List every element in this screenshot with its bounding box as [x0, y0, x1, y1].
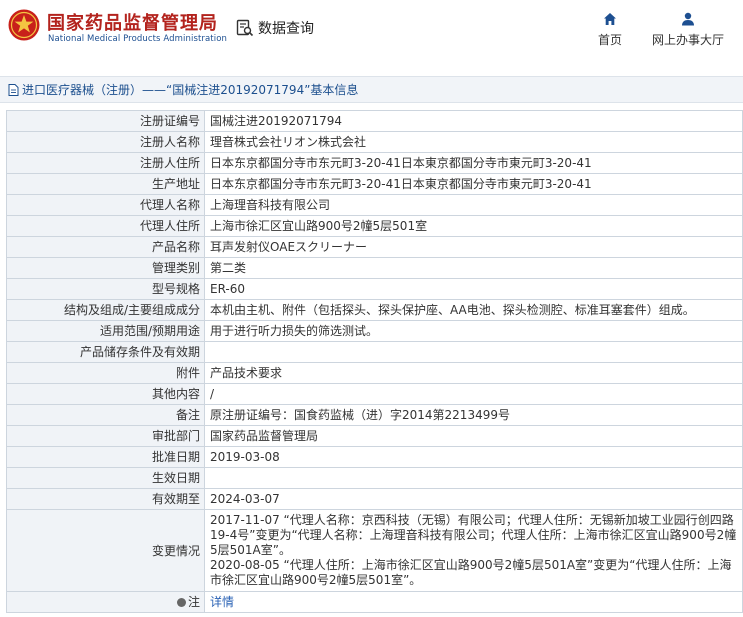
field-label: 适用范围/预期用途 — [6, 320, 205, 342]
field-value: 上海理音科技有限公司 — [204, 194, 743, 216]
field-value: ER-60 — [204, 278, 743, 300]
field-label: 备注 — [6, 404, 205, 426]
field-value: 耳声发射仪OAEスクリーナー — [204, 236, 743, 258]
note-label: 注 — [187, 595, 200, 609]
table-row: 生效日期 — [6, 467, 743, 489]
field-label: 其他内容 — [6, 383, 205, 405]
nav-online-service-hall[interactable]: 网上办事大厅 — [652, 12, 724, 48]
table-row: 产品名称 耳声发射仪OAEスクリーナー — [6, 236, 743, 258]
table-row: 适用范围/预期用途 用于进行听力损失的筛选测试。 — [6, 320, 743, 342]
field-value: / — [204, 383, 743, 405]
home-icon — [604, 13, 616, 25]
nav-home[interactable]: 首页 — [598, 12, 622, 48]
field-label: 附件 — [6, 362, 205, 384]
field-value: 第二类 — [204, 257, 743, 279]
breadcrumb-text: 进口医疗器械（注册）——“国械注进20192071794”基本信息 — [22, 83, 359, 97]
field-value: 日本东京都国分寺市东元町3-20-41日本東京都国分寺市東元町3-20-41 — [204, 152, 743, 174]
table-row-change-history: 变更情况 2017-11-07 “代理人名称：京西科技（无锡）有限公司；代理人住所… — [6, 509, 743, 592]
table-row: 有效期至 2024-03-07 — [6, 488, 743, 510]
table-row: 注册证编号 国械注进20192071794 — [6, 110, 743, 132]
breadcrumb: 进口医疗器械（注册）——“国械注进20192071794”基本信息 — [0, 76, 743, 103]
field-label: 管理类别 — [6, 257, 205, 279]
field-value: 理音株式会社リオン株式会社 — [204, 131, 743, 153]
field-value: 2019-03-08 — [204, 446, 743, 468]
field-value: 本机由主机、附件（包括探头、探头保护座、AA电池、探头检测腔、标准耳塞套件）组成… — [204, 299, 743, 321]
table-row: 管理类别 第二类 — [6, 257, 743, 279]
field-label: 注册人名称 — [6, 131, 205, 153]
table-row: 代理人名称 上海理音科技有限公司 — [6, 194, 743, 216]
change-history-value: 2017-11-07 “代理人名称：京西科技（无锡）有限公司；代理人住所：无锡新… — [204, 509, 743, 592]
table-row: 产品储存条件及有效期 — [6, 341, 743, 363]
data-query-label: 数据查询 — [258, 21, 314, 37]
table-row: 附件 产品技术要求 — [6, 362, 743, 384]
table-row: 生产地址 日本东京都国分寺市东元町3-20-41日本東京都国分寺市東元町3-20-… — [6, 173, 743, 195]
field-label: 型号规格 — [6, 278, 205, 300]
nav-online-service-hall-label: 网上办事大厅 — [652, 33, 725, 47]
field-label: 有效期至 — [6, 488, 205, 510]
table-row: 审批部门 国家药品监督管理局 — [6, 425, 743, 447]
field-value: 日本东京都国分寺市东元町3-20-41日本東京都国分寺市東元町3-20-41 — [204, 173, 743, 195]
table-row: 型号规格 ER-60 — [6, 278, 743, 300]
table-row: 结构及组成/主要组成成分 本机由主机、附件（包括探头、探头保护座、AA电池、探头检… — [6, 299, 743, 321]
field-label: 结构及组成/主要组成成分 — [6, 299, 205, 321]
field-label: 注册证编号 — [6, 110, 205, 132]
field-label: 生效日期 — [6, 467, 205, 489]
note-value: 详情 — [204, 591, 743, 613]
field-value — [204, 341, 743, 363]
document-icon — [8, 83, 19, 96]
field-value: 国家药品监督管理局 — [204, 425, 743, 447]
field-value: 上海市徐汇区宜山路900号2幢5层501室 — [204, 215, 743, 237]
field-value — [204, 467, 743, 489]
user-icon — [682, 12, 694, 26]
search-document-icon — [236, 19, 254, 37]
table-row: 注册人名称 理音株式会社リオン株式会社 — [6, 131, 743, 153]
field-label: 代理人名称 — [6, 194, 205, 216]
field-label: 批准日期 — [6, 446, 205, 468]
table-row-note: 注详情 — [6, 591, 743, 613]
data-query-link[interactable]: 数据查询 — [236, 18, 314, 38]
note-bullet-icon — [176, 598, 186, 607]
table-row: 注册人住所 日本东京都国分寺市东元町3-20-41日本東京都国分寺市東元町3-20… — [6, 152, 743, 174]
change-entry: 2017-11-07 “代理人名称：京西科技（无锡）有限公司；代理人住所：无锡新… — [210, 513, 737, 557]
brand-title[interactable]: 国家药品监督管理局 — [47, 9, 218, 35]
site-header: 国家药品监督管理局 National Medical Products Admi… — [0, 0, 743, 66]
device-info-table: 注册证编号 国械注进20192071794 注册人名称 理音株式会社リオン株式会社 注册… — [6, 110, 743, 613]
field-label: 代理人住所 — [6, 215, 205, 237]
field-label: 变更情况 — [6, 509, 205, 592]
field-value: 国械注进20192071794 — [204, 110, 743, 132]
table-row: 代理人住所 上海市徐汇区宜山路900号2幢5层501室 — [6, 215, 743, 237]
field-value: 原注册证编号：国食药监械（进）字2014第2213499号 — [204, 404, 743, 426]
field-value: 2024-03-07 — [204, 488, 743, 510]
field-label: 产品名称 — [6, 236, 205, 258]
change-entry: 2020-08-05 “代理人住所：上海市徐汇区宜山路900号2幢5层501A室… — [210, 558, 732, 587]
table-row: 备注 原注册证编号：国食药监械（进）字2014第2213499号 — [6, 404, 743, 426]
note-label-cell: 注 — [6, 591, 205, 613]
field-value: 用于进行听力损失的筛选测试。 — [204, 320, 743, 342]
field-value: 产品技术要求 — [204, 362, 743, 384]
table-row: 批准日期 2019-03-08 — [6, 446, 743, 468]
field-label: 生产地址 — [6, 173, 205, 195]
field-label: 审批部门 — [6, 425, 205, 447]
field-label: 注册人住所 — [6, 152, 205, 174]
table-row: 其他内容 / — [6, 383, 743, 405]
brand-subtitle: National Medical Products Administration — [48, 34, 227, 44]
nav-home-label: 首页 — [598, 33, 623, 47]
nmpa-emblem-icon[interactable] — [8, 9, 40, 41]
field-label: 产品储存条件及有效期 — [6, 341, 205, 363]
details-link[interactable]: 详情 — [210, 595, 234, 609]
